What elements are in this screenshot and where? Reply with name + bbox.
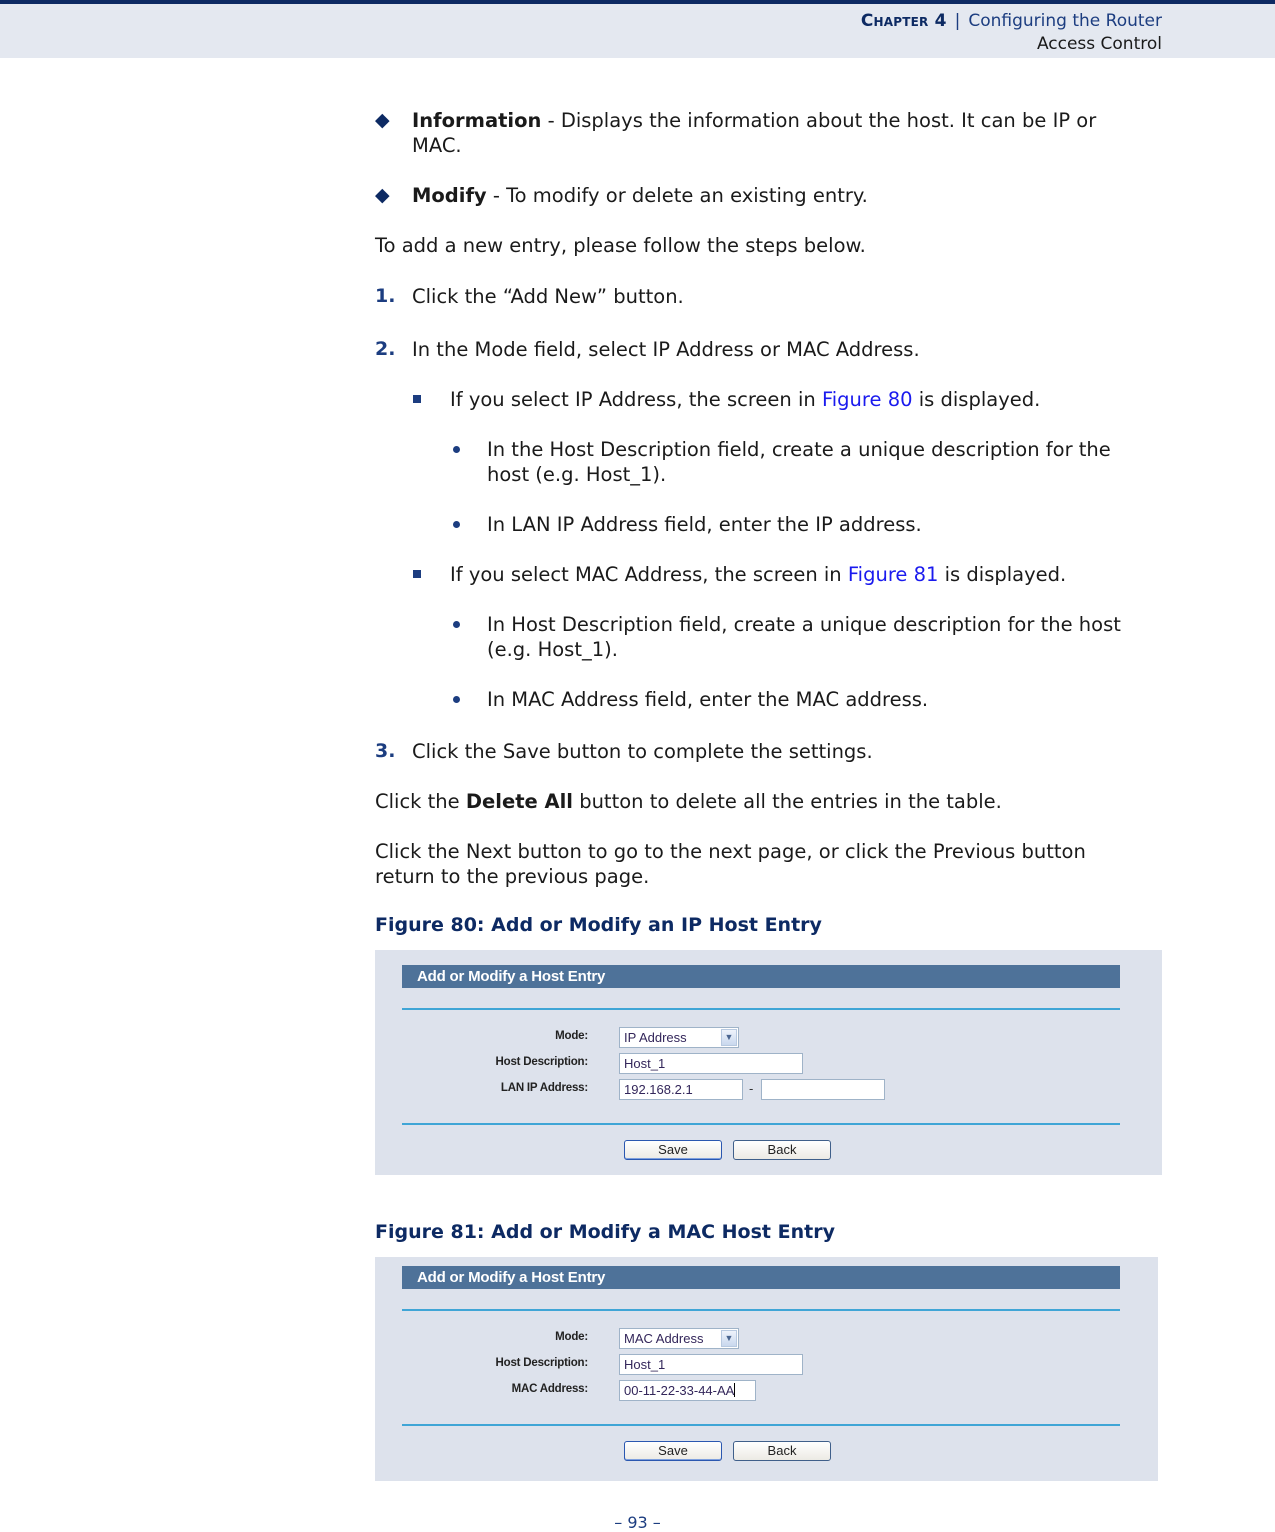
next-prev-text-cont: return to the previous page. (375, 865, 650, 888)
page-header: Chapter 4 | Configuring the Router Access … (0, 0, 1275, 58)
back-button[interactable]: Back (733, 1140, 831, 1160)
back-button[interactable]: Back (733, 1441, 831, 1461)
bullet-text: - Displays the information about the hos… (541, 109, 1097, 132)
diamond-bullet-icon: ◆ (375, 184, 390, 206)
mac-item-text: In MAC Address field, enter the MAC addr… (487, 688, 929, 711)
step-number: 1. (375, 285, 396, 307)
chevron-down-icon[interactable]: ▼ (721, 1029, 737, 1046)
section-title: Access Control (1036, 34, 1162, 54)
intro-text: To add a new entry, please follow the st… (375, 234, 866, 257)
delete-all-text: Click the Delete All button to delete al… (375, 789, 1002, 814)
mode-select[interactable]: IP Address ▼ (619, 1027, 739, 1048)
round-bullet-icon (453, 521, 460, 528)
range-separator: - (749, 1081, 754, 1096)
mode-select-value: MAC Address (624, 1331, 704, 1346)
lan-ip-end-input[interactable] (761, 1079, 885, 1100)
ip-item-text: In the Host Description field, create a … (487, 438, 1111, 461)
ip-item-text-cont: host (e.g. Host_1). (487, 463, 667, 486)
sub-item-text: If you select IP Address, the screen in (450, 388, 822, 411)
round-bullet-icon (453, 621, 460, 628)
mode-select-value: IP Address (624, 1030, 687, 1045)
mac-item-text: In Host Description field, create a uniq… (487, 613, 1121, 636)
square-bullet-icon (413, 395, 421, 403)
figure-80-caption: Figure 80: Add or Modify an IP Host Entr… (375, 914, 822, 936)
divider (402, 1424, 1120, 1426)
figure-80-link[interactable]: Figure 80 (822, 388, 913, 411)
bullet-term: Modify (412, 184, 487, 207)
host-description-input[interactable]: Host_1 (619, 1053, 803, 1074)
figure-81-caption: Figure 81: Add or Modify a MAC Host Entr… (375, 1221, 835, 1243)
host-description-label: Host Description: (495, 1357, 589, 1369)
divider (402, 1008, 1120, 1010)
header-separator: | (954, 11, 961, 31)
bullet-modify: Modify - To modify or delete an existing… (412, 183, 868, 208)
next-prev-text: Click the Next button to go to the next … (375, 840, 1086, 863)
chapter-label: Chapter 4 (860, 11, 947, 31)
lan-ip-label: LAN IP Address: (500, 1082, 588, 1094)
bullet-term: Information (412, 109, 542, 132)
mac-item-text-cont: (e.g. Host_1). (487, 638, 618, 661)
mode-select[interactable]: MAC Address ▼ (619, 1328, 739, 1349)
step-number: 3. (375, 740, 396, 762)
panel-title: Add or Modify a Host Entry (402, 1266, 1120, 1289)
mac-address-label: MAC Address: (511, 1383, 589, 1395)
bullet-information-cont: MAC. (412, 134, 462, 157)
chapter-line: Chapter 4 | Configuring the Router (861, 11, 1162, 31)
sub-item-text: If you select MAC Address, the screen in (450, 563, 848, 586)
chapter-title: Configuring the Router (968, 11, 1162, 31)
divider (402, 1309, 1120, 1311)
para-text: Click the (375, 790, 466, 813)
figure-80-screenshot: Add or Modify a Host Entry Mode: IP Addr… (375, 950, 1162, 1175)
sub-item-text: is displayed. (912, 388, 1041, 411)
mac-address-value: 00-11-22-33-44-AA (624, 1383, 735, 1398)
sub-item-ip: If you select IP Address, the screen in … (450, 387, 1040, 412)
bullet-information: Information - Displays the information a… (412, 108, 1096, 133)
figure-81-link[interactable]: Figure 81 (848, 563, 939, 586)
para-text: button to delete all the entries in the … (573, 790, 1002, 813)
divider (402, 1123, 1120, 1125)
chevron-down-icon[interactable]: ▼ (721, 1330, 737, 1347)
lan-ip-start-input[interactable]: 192.168.2.1 (619, 1079, 743, 1100)
step-text: Click the Save button to complete the se… (412, 740, 873, 763)
host-description-input[interactable]: Host_1 (619, 1354, 803, 1375)
figure-81-screenshot: Add or Modify a Host Entry Mode: MAC Add… (375, 1257, 1158, 1481)
panel-title: Add or Modify a Host Entry (402, 965, 1120, 988)
ip-item-text: In LAN IP Address field, enter the IP ad… (487, 513, 922, 536)
square-bullet-icon (413, 570, 421, 578)
sub-item-text: is displayed. (938, 563, 1067, 586)
para-term: Delete All (465, 790, 573, 813)
round-bullet-icon (453, 696, 460, 703)
sub-item-mac: If you select MAC Address, the screen in… (450, 562, 1066, 587)
mode-label: Mode: (555, 1331, 588, 1343)
text-cursor (734, 1383, 736, 1397)
step-text: Click the “Add New” button. (412, 285, 684, 308)
save-button[interactable]: Save (624, 1441, 722, 1461)
bullet-text: - To modify or delete an existing entry. (486, 184, 868, 207)
round-bullet-icon (453, 446, 460, 453)
diamond-bullet-icon: ◆ (375, 109, 390, 131)
save-button[interactable]: Save (624, 1140, 722, 1160)
step-text: In the Mode field, select IP Address or … (412, 338, 920, 361)
host-description-label: Host Description: (495, 1056, 589, 1068)
page-number: – 93 – (614, 1513, 661, 1532)
step-number: 2. (375, 338, 396, 360)
mode-label: Mode: (555, 1030, 588, 1042)
mac-address-input[interactable]: 00-11-22-33-44-AA (619, 1380, 756, 1401)
